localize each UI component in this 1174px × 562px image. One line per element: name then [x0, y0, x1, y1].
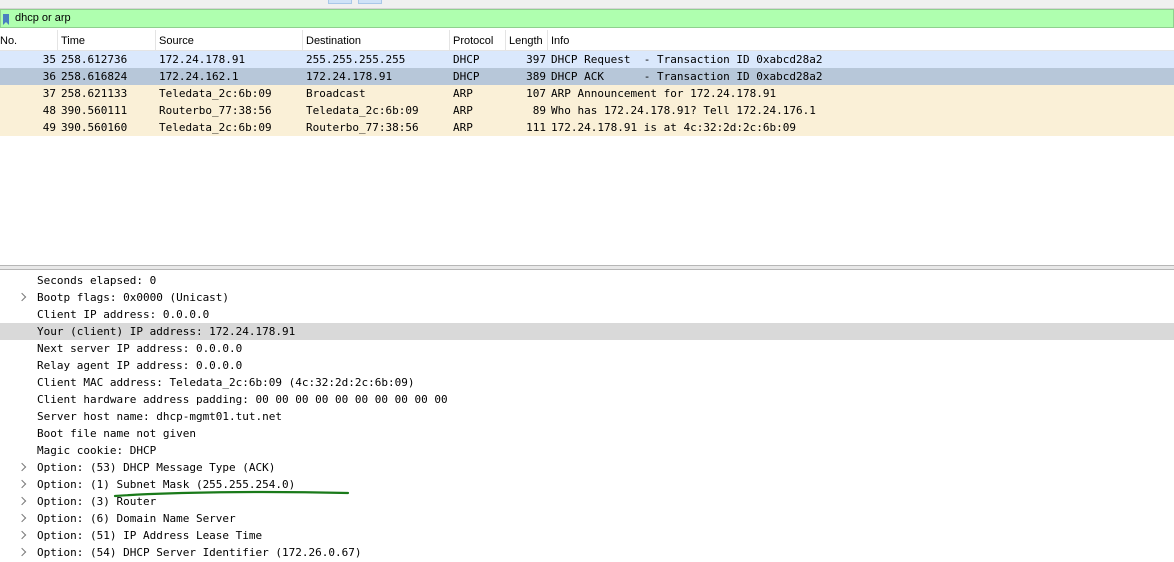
main-toolbar [0, 0, 1174, 9]
column-header-destination[interactable]: Destination [302, 30, 449, 50]
expand-chevron-icon[interactable] [17, 292, 27, 302]
packet-protocol: DHCP [453, 70, 480, 83]
packet-destination: Teledata_2c:6b:09 [306, 104, 419, 117]
wireshark-window: dhcp or arp No. Time Source Destination … [0, 0, 1174, 562]
column-header-time[interactable]: Time [57, 30, 156, 50]
detail-text: Next server IP address: 0.0.0.0 [37, 342, 243, 355]
packet-length: 89 [532, 104, 546, 117]
expand-chevron-icon[interactable] [17, 462, 27, 472]
packet-row[interactable]: 48 390.560111 Routerbo_77:38:56 Teledata… [0, 102, 1174, 119]
packet-destination: 172.24.178.91 [306, 70, 393, 83]
display-filter-input[interactable]: dhcp or arp [15, 10, 1173, 27]
column-header-source[interactable]: Source [155, 30, 302, 50]
packet-destination: 255.255.255.255 [306, 53, 406, 66]
packet-destination: Routerbo_77:38:56 [306, 121, 419, 134]
detail-line[interactable]: Option: (53) DHCP Message Type (ACK) [0, 459, 1174, 476]
packet-length: 389 [526, 70, 546, 83]
packet-source: Teledata_2c:6b:09 [159, 87, 272, 100]
packet-info: DHCP ACK - Transaction ID 0xabcd28a2 [551, 70, 823, 83]
packet-info: 172.24.178.91 is at 4c:32:2d:2c:6b:09 [551, 121, 797, 134]
packet-info: ARP Announcement for 172.24.178.91 [551, 87, 777, 100]
column-header-no[interactable]: No. [0, 30, 57, 50]
detail-line[interactable]: Option: (1) Subnet Mask (255.255.254.0) [0, 476, 1174, 493]
detail-text: Option: (1) Subnet Mask (255.255.254.0) [37, 478, 296, 491]
packet-length: 111 [526, 121, 546, 134]
detail-line[interactable]: Option: (6) Domain Name Server [0, 510, 1174, 527]
expand-chevron-icon[interactable] [17, 513, 27, 523]
detail-line-selected[interactable]: Your (client) IP address: 172.24.178.91 [0, 323, 1174, 340]
expand-chevron-icon[interactable] [17, 530, 27, 540]
toolbar-button[interactable] [328, 0, 352, 4]
detail-line[interactable]: Option: (54) DHCP Server Identifier (172… [0, 544, 1174, 561]
detail-line[interactable]: Bootp flags: 0x0000 (Unicast) [0, 289, 1174, 306]
packet-protocol: ARP [453, 121, 473, 134]
packet-source: 172.24.178.91 [159, 53, 246, 66]
expand-chevron-icon[interactable] [17, 496, 27, 506]
detail-text: Option: (54) DHCP Server Identifier (172… [37, 546, 362, 559]
packet-row[interactable]: 35 258.612736 172.24.178.91 255.255.255.… [0, 51, 1174, 68]
detail-line[interactable]: Server host name: dhcp-mgmt01.tut.net [0, 408, 1174, 425]
detail-line[interactable]: Magic cookie: DHCP [0, 442, 1174, 459]
packet-no: 37 [42, 87, 56, 100]
detail-text: Your (client) IP address: 172.24.178.91 [37, 325, 296, 338]
packet-time: 390.560111 [61, 104, 128, 117]
detail-text: Client hardware address padding: 00 00 0… [37, 393, 448, 406]
detail-text: Option: (53) DHCP Message Type (ACK) [37, 461, 276, 474]
column-header-length[interactable]: Length [505, 30, 547, 50]
detail-text: Relay agent IP address: 0.0.0.0 [37, 359, 243, 372]
packet-time: 258.621133 [61, 87, 128, 100]
detail-text: Seconds elapsed: 0 [37, 274, 157, 287]
detail-line[interactable]: Client IP address: 0.0.0.0 [0, 306, 1174, 323]
packet-info: Who has 172.24.178.91? Tell 172.24.176.1 [551, 104, 816, 117]
packet-protocol: ARP [453, 87, 473, 100]
expand-chevron-icon[interactable] [17, 547, 27, 557]
packet-length: 397 [526, 53, 546, 66]
detail-text: Option: (3) Router [37, 495, 157, 508]
column-header-info[interactable]: Info [547, 30, 1174, 50]
detail-text: Boot file name not given [37, 427, 196, 440]
packet-protocol: DHCP [453, 53, 480, 66]
detail-line[interactable]: Client MAC address: Teledata_2c:6b:09 (4… [0, 374, 1174, 391]
packet-row[interactable]: 37 258.621133 Teledata_2c:6b:09 Broadcas… [0, 85, 1174, 102]
packet-info: DHCP Request - Transaction ID 0xabcd28a2 [551, 53, 823, 66]
packet-time: 390.560160 [61, 121, 128, 134]
packet-source: 172.24.162.1 [159, 70, 239, 83]
packet-source: Routerbo_77:38:56 [159, 104, 272, 117]
detail-line[interactable]: Option: (3) Router [0, 493, 1174, 510]
detail-line[interactable]: Seconds elapsed: 0 [0, 272, 1174, 289]
detail-text: Option: (6) Domain Name Server [37, 512, 236, 525]
column-header-protocol[interactable]: Protocol [449, 30, 505, 50]
detail-line[interactable]: Boot file name not given [0, 425, 1174, 442]
detail-line[interactable]: Client hardware address padding: 00 00 0… [0, 391, 1174, 408]
packet-time: 258.616824 [61, 70, 128, 83]
packet-time: 258.612736 [61, 53, 128, 66]
packet-no: 35 [42, 53, 56, 66]
packet-row-selected[interactable]: 36 258.616824 172.24.162.1 172.24.178.91… [0, 68, 1174, 85]
packet-no: 49 [42, 121, 56, 134]
expand-chevron-icon[interactable] [17, 479, 27, 489]
packet-source: Teledata_2c:6b:09 [159, 121, 272, 134]
detail-text: Client MAC address: Teledata_2c:6b:09 (4… [37, 376, 415, 389]
bookmark-icon[interactable] [3, 13, 9, 25]
detail-text: Server host name: dhcp-mgmt01.tut.net [37, 410, 283, 423]
detail-text: Client IP address: 0.0.0.0 [37, 308, 210, 321]
toolbar-button[interactable] [358, 0, 382, 4]
packet-list-header: No. Time Source Destination Protocol Len… [0, 30, 1174, 51]
detail-text: Magic cookie: DHCP [37, 444, 157, 457]
packet-list-pane[interactable]: No. Time Source Destination Protocol Len… [0, 30, 1174, 265]
detail-line[interactable]: Relay agent IP address: 0.0.0.0 [0, 357, 1174, 374]
detail-line[interactable]: Next server IP address: 0.0.0.0 [0, 340, 1174, 357]
packet-details-pane[interactable]: Seconds elapsed: 0 Bootp flags: 0x0000 (… [0, 271, 1174, 562]
packet-length: 107 [526, 87, 546, 100]
detail-line[interactable]: Option: (51) IP Address Lease Time [0, 527, 1174, 544]
detail-text: Option: (51) IP Address Lease Time [37, 529, 263, 542]
detail-text: Bootp flags: 0x0000 (Unicast) [37, 291, 230, 304]
packet-protocol: ARP [453, 104, 473, 117]
pane-splitter[interactable] [0, 265, 1174, 270]
display-filter-bar[interactable]: dhcp or arp [0, 9, 1174, 28]
packet-no: 36 [42, 70, 56, 83]
packet-row[interactable]: 49 390.560160 Teledata_2c:6b:09 Routerbo… [0, 119, 1174, 136]
packet-no: 48 [42, 104, 56, 117]
packet-destination: Broadcast [306, 87, 366, 100]
